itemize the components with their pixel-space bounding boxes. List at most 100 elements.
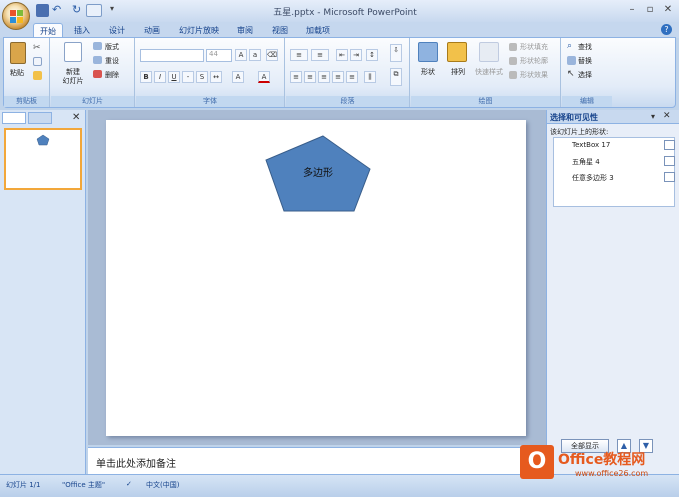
replace-icon [567,56,576,65]
dropdown-icon[interactable]: ▾ [110,4,123,17]
cut-icon[interactable]: ✂ [33,43,42,53]
tab-insert[interactable]: 插入 [68,23,96,38]
restore-button[interactable]: ▫ [643,4,657,16]
quick-styles-icon [479,42,499,62]
title-bar: ↶ ↻ ▾ 五星.pptx - Microsoft PowerPoint – ▫… [0,0,679,22]
slide-thumbnail[interactable] [4,128,82,190]
customize-icon[interactable] [86,4,102,17]
editing-label: 编辑 [562,96,612,107]
select-icon: ↖ [567,69,575,79]
shape-item-freeform[interactable]: 任意多边形 3 [572,173,614,183]
shadow-icon[interactable]: S [196,71,208,83]
notes-placeholder[interactable]: 单击此处添加备注 [96,455,176,470]
spellcheck-icon[interactable]: ✓ [126,480,132,488]
group-drawing: 形状 排列 快速样式 形状填充 形状轮廓 形状效果 绘图 [411,38,561,107]
clipboard-label: 剪贴板 [4,96,49,107]
pane-close-icon[interactable]: ✕ [663,111,671,121]
line-spacing-icon[interactable]: ↕ [366,49,378,61]
clear-format-icon[interactable]: ⌫ [266,49,278,61]
smartart-icon[interactable]: ⧉ [390,68,402,86]
align-center-icon[interactable]: ≡ [304,71,316,83]
shape-text[interactable]: 多边形 [296,164,340,179]
bullets-icon[interactable]: ≡ [290,49,308,61]
shrink-font-icon[interactable]: a [249,49,261,61]
delete-icon [93,70,102,78]
shapes-button[interactable]: 形状 [413,67,443,77]
shape-item-textbox[interactable]: TextBox 17 [572,141,610,149]
layout-button[interactable]: 版式 [105,42,119,52]
strikethrough-icon[interactable]: - [182,71,194,83]
align-right-icon[interactable]: ≡ [318,71,330,83]
close-button[interactable]: ✕ [661,4,675,16]
font-color-icon[interactable]: A [258,71,270,83]
italic-icon[interactable]: I [154,71,166,83]
font-size-box[interactable]: 44 [206,49,232,62]
tab-addins[interactable]: 加载项 [300,23,336,38]
justify-icon[interactable]: ≡ [332,71,344,83]
eye-icon[interactable] [664,156,675,166]
replace-button[interactable]: 替换 [578,56,592,66]
eye-icon[interactable] [664,140,675,150]
tab-animation[interactable]: 动画 [138,23,166,38]
save-icon[interactable] [36,4,49,17]
undo-icon[interactable]: ↶ [52,4,65,17]
status-bar: 幻灯片 1/1 "Office 主题" ✓ 中文(中国) O Office教程网… [0,445,679,497]
delete-button[interactable]: 删除 [105,70,119,80]
shape-list: TextBox 17 五角星 4 任意多边形 3 [553,137,675,207]
change-case-icon[interactable]: A [232,71,244,83]
effects-button[interactable]: 形状效果 [520,70,548,80]
bold-icon[interactable]: B [140,71,152,83]
font-name-box[interactable] [140,49,204,62]
group-font: 44 A a ⌫ B I U - S ↔ A A 字体 [136,38,285,107]
find-button[interactable]: 查找 [578,42,592,52]
arrange-button[interactable]: 排列 [443,67,473,77]
format-painter-icon[interactable] [33,71,42,80]
help-icon[interactable]: ? [661,24,672,35]
decrease-indent-icon[interactable]: ⇤ [336,49,348,61]
spacing-icon[interactable]: ↔ [210,71,222,83]
notes-pane[interactable]: 单击此处添加备注 [88,447,546,474]
distributed-icon[interactable]: ≡ [346,71,358,83]
slides-tab[interactable] [2,112,26,124]
outline-icon [509,57,517,65]
close-pane-icon[interactable]: ✕ [72,112,80,123]
eye-icon[interactable] [664,172,675,182]
outline-button[interactable]: 形状轮廓 [520,56,548,66]
minimize-button[interactable]: – [625,4,639,16]
tab-design[interactable]: 设计 [103,23,131,38]
redo-icon[interactable]: ↻ [72,4,85,17]
underline-icon[interactable]: U [168,71,180,83]
numbering-icon[interactable]: ≡ [311,49,329,61]
paste-button[interactable]: 粘贴 [6,68,28,78]
tab-view[interactable]: 视图 [266,23,294,38]
tab-review[interactable]: 审阅 [231,23,259,38]
ribbon: 粘贴 ✂ 剪贴板 新建 幻灯片 版式 重设 删除 幻灯片 44 A a ⌫ B … [3,37,676,108]
shape-item-star[interactable]: 五角星 4 [572,157,600,167]
tab-slideshow[interactable]: 幻灯片放映 [173,23,225,38]
group-clipboard: 粘贴 ✂ 剪贴板 [4,38,50,107]
office-button[interactable] [2,2,30,30]
text-direction-icon[interactable]: ⇩ [390,44,402,62]
align-left-icon[interactable]: ≡ [290,71,302,83]
drawing-label: 绘图 [411,96,560,107]
outline-tab[interactable] [28,112,52,124]
watermark-logo: O [520,445,554,479]
columns-icon[interactable]: ⫼ [364,71,376,83]
copy-icon[interactable] [33,57,42,66]
status-theme: "Office 主题" [62,481,106,489]
fill-button[interactable]: 形状填充 [520,42,548,52]
pane-title: 选择和可见性 [550,113,598,122]
selection-pane: 选择和可见性 ▾ ✕ 该幻灯片上的形状: TextBox 17 五角星 4 任意… [546,110,679,474]
pane-menu-icon[interactable]: ▾ [651,112,655,121]
pane-header: 选择和可见性 ▾ ✕ [547,110,679,124]
find-icon: ⌕ [567,41,573,51]
tab-home[interactable]: 开始 [33,23,63,38]
quick-styles-button[interactable]: 快速样式 [471,67,507,77]
select-button[interactable]: 选择 [578,70,592,80]
slide-canvas[interactable]: 多边形 [106,120,526,436]
reset-button[interactable]: 重设 [105,56,119,66]
grow-font-icon[interactable]: A [235,49,247,61]
increase-indent-icon[interactable]: ⇥ [350,49,362,61]
new-slide-label: 幻灯片 [62,77,84,85]
effects-icon [509,71,517,79]
